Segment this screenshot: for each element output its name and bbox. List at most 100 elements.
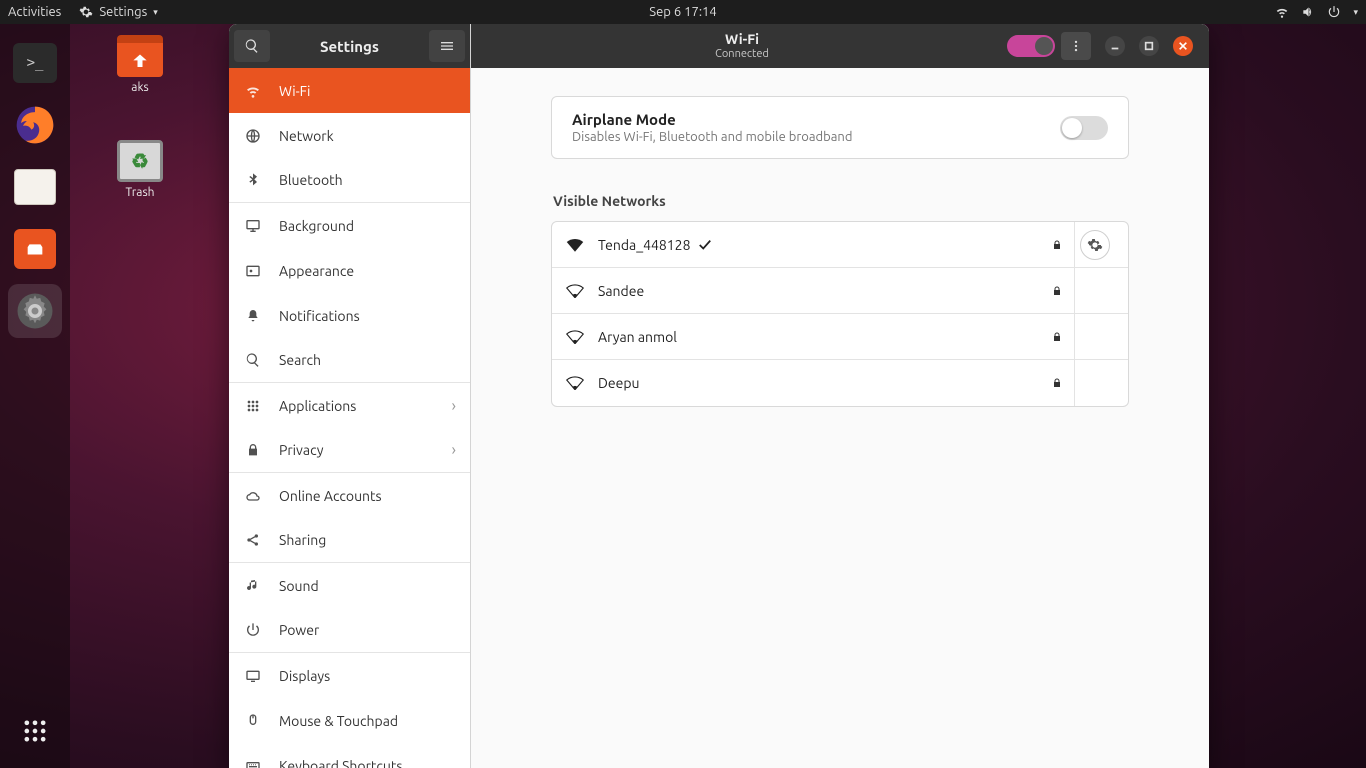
terminal-icon: >_ [13, 43, 57, 83]
sidebar-search-button[interactable] [234, 30, 270, 62]
clock[interactable]: Sep 6 17:14 [649, 5, 716, 19]
sidebar-item-label: Power [279, 622, 319, 638]
airplane-desc: Disables Wi-Fi, Bluetooth and mobile bro… [572, 130, 1060, 144]
header-menu-button[interactable] [1061, 32, 1091, 60]
network-name: Sandee [598, 283, 1040, 299]
wifi-icon [243, 81, 263, 101]
sidebar-item-mouse[interactable]: Mouse & Touchpad [229, 698, 470, 743]
firefox-icon [11, 101, 59, 149]
app-menu[interactable]: Settings ▾ [79, 5, 157, 19]
bluetooth-icon [243, 170, 263, 190]
gear-icon [11, 287, 59, 335]
network-name: Deepu [598, 375, 1040, 391]
desktop-trash[interactable]: ♻ Trash [105, 140, 175, 199]
sidebar-menu-button[interactable] [429, 30, 465, 62]
network-row[interactable]: Sandee [552, 268, 1128, 314]
check-icon [698, 238, 712, 252]
lock-indicator [1040, 238, 1074, 252]
desktop-icon [243, 216, 263, 236]
chevron-right-icon: › [452, 397, 457, 415]
sidebar-item-label: Network [279, 128, 334, 144]
settings-sidebar: Settings Wi-Fi Network Bluetooth Backgro… [229, 24, 471, 768]
dock-terminal[interactable]: >_ [8, 36, 62, 90]
network-settings-cell [1074, 268, 1114, 313]
airplane-title: Airplane Mode [572, 111, 1060, 128]
sidebar-item-label: Keyboard Shortcuts [279, 758, 402, 768]
sidebar-item-applications[interactable]: Applications › [229, 383, 470, 428]
keyboard-icon [243, 756, 263, 768]
sidebar-item-displays[interactable]: Displays [229, 653, 470, 698]
sidebar-item-sharing[interactable]: Sharing [229, 518, 470, 563]
network-row[interactable]: Tenda_448128 [552, 222, 1128, 268]
files-icon [14, 169, 56, 205]
gear-icon [1087, 237, 1103, 253]
dock-firefox[interactable] [8, 98, 62, 152]
dock-files[interactable] [8, 160, 62, 214]
network-settings-button[interactable] [1080, 230, 1110, 260]
sidebar-item-background[interactable]: Background [229, 203, 470, 248]
activities-button[interactable]: Activities [8, 5, 61, 19]
sidebar-item-online-accounts[interactable]: Online Accounts [229, 473, 470, 518]
cloud-icon [243, 486, 263, 506]
desktop-folder-aks[interactable]: aks [105, 35, 175, 94]
lock-icon [1051, 376, 1063, 390]
settings-content: Wi-Fi Connected Airplane Mode Disables W… [471, 24, 1209, 768]
sidebar-item-appearance[interactable]: Appearance [229, 248, 470, 293]
airplane-toggle[interactable] [1060, 116, 1108, 140]
sidebar-item-sound[interactable]: Sound [229, 563, 470, 608]
sidebar-item-wifi[interactable]: Wi-Fi [229, 68, 470, 113]
close-button[interactable] [1173, 36, 1193, 56]
sidebar-item-search[interactable]: Search [229, 338, 470, 383]
apps-grid-icon [11, 707, 59, 755]
displays-icon [243, 666, 263, 686]
dock-software[interactable] [8, 222, 62, 276]
wifi-signal-low-icon [566, 330, 584, 344]
network-name: Tenda_448128 [598, 237, 1040, 253]
window-controls [1105, 36, 1193, 56]
wifi-signal-low-icon [566, 284, 584, 298]
wifi-master-toggle[interactable] [1007, 35, 1055, 57]
desktop-icon-label: Trash [105, 186, 175, 199]
sidebar-item-label: Appearance [279, 263, 354, 279]
search-icon [243, 350, 263, 370]
page-subtitle: Connected [477, 48, 1007, 60]
app-menu-label: Settings [99, 5, 147, 19]
volume-icon [1301, 5, 1315, 19]
minimize-button[interactable] [1105, 36, 1125, 56]
power-icon [243, 620, 263, 640]
dock-show-apps[interactable] [8, 704, 62, 758]
chevron-right-icon: › [452, 441, 457, 459]
network-list: Tenda_448128 Sandee [551, 221, 1129, 407]
sidebar-item-label: Bluetooth [279, 172, 343, 188]
power-icon [1327, 5, 1341, 19]
trash-icon: ♻ [117, 140, 163, 182]
network-row[interactable]: Aryan anmol [552, 314, 1128, 360]
sidebar-item-privacy[interactable]: Privacy › [229, 428, 470, 473]
sidebar-item-label: Notifications [279, 308, 360, 324]
airplane-text: Airplane Mode Disables Wi-Fi, Bluetooth … [572, 111, 1060, 144]
lock-icon [243, 440, 263, 460]
ubuntu-dock: >_ [0, 24, 70, 768]
maximize-button[interactable] [1139, 36, 1159, 56]
kebab-icon [1069, 39, 1083, 53]
sidebar-item-bluetooth[interactable]: Bluetooth [229, 158, 470, 203]
lock-icon [1051, 330, 1063, 344]
network-name: Aryan anmol [598, 329, 1040, 345]
dock-settings[interactable] [8, 284, 62, 338]
sidebar-item-network[interactable]: Network [229, 113, 470, 158]
settings-window: Settings Wi-Fi Network Bluetooth Backgro… [229, 24, 1209, 768]
appearance-icon [243, 261, 263, 281]
mouse-icon [243, 711, 263, 731]
network-row[interactable]: Deepu [552, 360, 1128, 406]
sidebar-item-keyboard[interactable]: Keyboard Shortcuts [229, 743, 470, 768]
sidebar-title: Settings [275, 38, 424, 55]
wifi-icon [1275, 5, 1289, 19]
sidebar-list: Wi-Fi Network Bluetooth Background Appea… [229, 68, 470, 768]
sidebar-item-power[interactable]: Power [229, 608, 470, 653]
sidebar-item-label: Online Accounts [279, 488, 382, 504]
header-title-group: Wi-Fi Connected [477, 32, 1007, 59]
system-tray[interactable]: ▾ [1275, 5, 1358, 19]
lock-indicator [1040, 330, 1074, 344]
lock-icon [1051, 238, 1063, 252]
sidebar-item-notifications[interactable]: Notifications [229, 293, 470, 338]
